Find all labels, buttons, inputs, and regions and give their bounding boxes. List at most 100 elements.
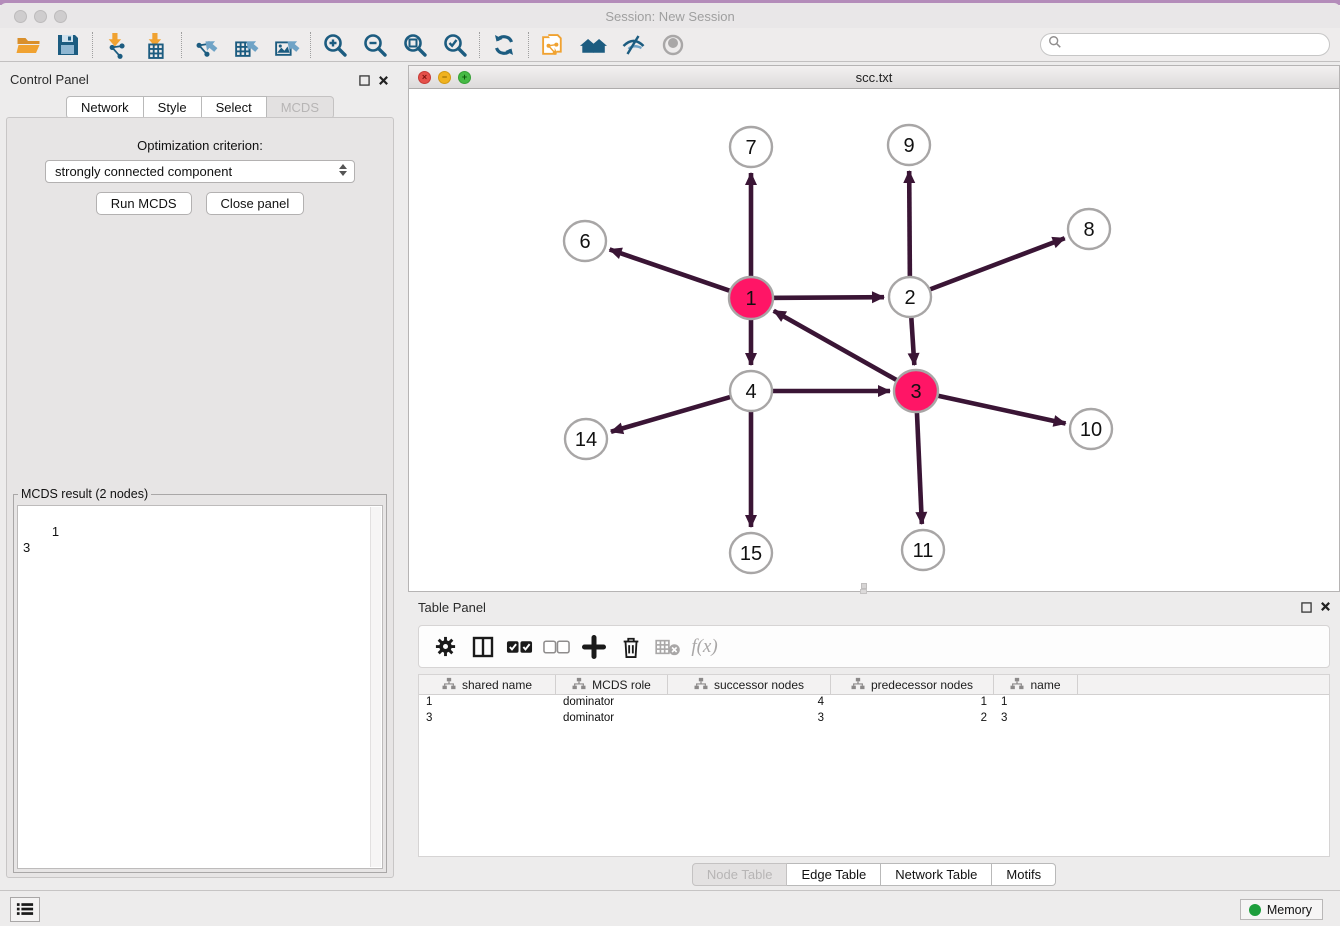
zoom-in-icon[interactable]: [315, 30, 355, 60]
hide-eye-icon[interactable]: [613, 30, 653, 60]
duplicate-network-icon[interactable]: [533, 30, 573, 60]
graph-node-4[interactable]: 4: [730, 371, 772, 411]
export-network-icon[interactable]: [186, 30, 226, 60]
table-cell[interactable]: dominator: [556, 711, 668, 727]
refresh-layout-icon[interactable]: [484, 30, 524, 60]
result-scrollbar[interactable]: [370, 507, 381, 867]
graph-node-9[interactable]: 9: [888, 125, 930, 165]
add-column-icon[interactable]: [575, 630, 612, 664]
search-input[interactable]: [1062, 38, 1329, 52]
graph-node-8[interactable]: 8: [1068, 209, 1110, 249]
graph-node-15[interactable]: 15: [730, 533, 772, 573]
column-settings-gear-icon[interactable]: [427, 630, 464, 664]
table-cell[interactable]: 2: [831, 711, 994, 727]
table-row[interactable]: 1dominator411: [419, 695, 1329, 711]
table-panel-close-icon[interactable]: [1318, 599, 1332, 613]
svg-text:6: 6: [579, 231, 590, 253]
network-canvas-svg[interactable]: 7 9 6 8 1 2 4 3 14 10 15 11: [409, 89, 1339, 591]
column-label: predecessor nodes: [871, 678, 973, 692]
tab-node-table[interactable]: Node Table: [692, 863, 788, 886]
home-view-icon[interactable]: [573, 30, 613, 60]
svg-text:11: 11: [913, 540, 934, 562]
table-row[interactable]: 3dominator323: [419, 711, 1329, 727]
column-type-icon: [694, 677, 708, 693]
toolbar-separator: [310, 32, 311, 58]
svg-text:1: 1: [745, 288, 756, 310]
table-cell[interactable]: dominator: [556, 695, 668, 711]
graph-edge-3-11[interactable]: [916, 399, 921, 524]
zoom-fit-icon[interactable]: [395, 30, 435, 60]
graph-node-1[interactable]: 1: [729, 277, 773, 319]
table-toolbar: f(x): [418, 625, 1330, 668]
tab-select[interactable]: Select: [202, 96, 267, 119]
column-header-MCDS-role[interactable]: MCDS role: [556, 675, 668, 694]
search-box[interactable]: [1040, 33, 1330, 56]
column-header-predecessor-nodes[interactable]: predecessor nodes: [831, 675, 994, 694]
graph-node-10[interactable]: 10: [1070, 409, 1112, 449]
graph-node-11[interactable]: 11: [902, 530, 944, 570]
zoom-selected-icon[interactable]: [435, 30, 475, 60]
graph-edge-1-6[interactable]: [610, 249, 743, 295]
zoom-out-icon[interactable]: [355, 30, 395, 60]
tab-network[interactable]: Network: [66, 96, 144, 119]
select-all-icon[interactable]: [501, 630, 538, 664]
mcds-result-textarea[interactable]: 1 3: [17, 505, 383, 869]
column-header-successor-nodes[interactable]: successor nodes: [668, 675, 831, 694]
open-session-icon[interactable]: [8, 30, 48, 60]
table-panel-resize-grip[interactable]: [860, 589, 867, 594]
delete-column-icon[interactable]: [612, 630, 649, 664]
table-cell[interactable]: 3: [419, 711, 556, 727]
mcds-result-groupbox: MCDS result (2 nodes) 1 3: [13, 494, 387, 873]
run-mcds-button[interactable]: Run MCDS: [96, 192, 192, 215]
graph-edge-2-9[interactable]: [909, 171, 910, 289]
tab-style[interactable]: Style: [144, 96, 202, 119]
table-cell[interactable]: 4: [668, 695, 831, 711]
table-cell[interactable]: 1: [994, 695, 1078, 711]
network-window-titlebar[interactable]: × − + scc.txt: [409, 66, 1339, 89]
svg-text:9: 9: [903, 135, 914, 157]
tab-mcds[interactable]: MCDS: [267, 96, 334, 119]
graph-edge-2-8[interactable]: [918, 238, 1065, 294]
graph-node-3[interactable]: 3: [894, 370, 938, 412]
tab-edge-table[interactable]: Edge Table: [787, 863, 881, 886]
split-panel-icon[interactable]: [464, 630, 501, 664]
column-header-name[interactable]: name: [994, 675, 1078, 694]
table-panel-header: Table Panel: [408, 595, 1340, 625]
graph-node-2[interactable]: 2: [889, 277, 931, 317]
import-network-icon[interactable]: [97, 30, 137, 60]
save-session-icon[interactable]: [48, 30, 88, 60]
column-label: shared name: [462, 678, 532, 692]
control-panel-header: Control Panel: [0, 62, 400, 96]
tab-network-table[interactable]: Network Table: [881, 863, 992, 886]
export-image-icon[interactable]: [266, 30, 306, 60]
table-cell[interactable]: 3: [994, 711, 1078, 727]
node-table: shared name MCDS rolesuccessor nodes prede…: [418, 674, 1330, 857]
column-label: name: [1030, 678, 1060, 692]
graph-edge-1-2[interactable]: [759, 297, 884, 298]
optimization-criterion-select[interactable]: strongly connected component: [45, 160, 355, 183]
control-panel-float-icon[interactable]: [357, 73, 371, 87]
deselect-all-icon[interactable]: [538, 630, 575, 664]
close-panel-button[interactable]: Close panel: [206, 192, 305, 215]
import-table-icon[interactable]: [137, 30, 177, 60]
search-icon: [1048, 35, 1062, 54]
graph-edge-4-14[interactable]: [611, 393, 743, 431]
table-cell[interactable]: 3: [668, 711, 831, 727]
graph-node-14[interactable]: 14: [565, 419, 607, 459]
graph-edge-3-1[interactable]: [774, 311, 909, 387]
control-panel-close-icon[interactable]: [376, 73, 390, 87]
toolbar-items: [8, 28, 693, 62]
graph-node-7[interactable]: 7: [730, 127, 772, 167]
memory-button[interactable]: Memory: [1240, 899, 1323, 920]
column-header-shared-name[interactable]: shared name: [419, 675, 556, 694]
export-table-icon[interactable]: [226, 30, 266, 60]
graph-edge-3-10[interactable]: [924, 393, 1065, 424]
graph-node-6[interactable]: 6: [564, 221, 606, 261]
toolbar-separator: [181, 32, 182, 58]
window-titlebar: Session: New Session: [0, 3, 1340, 28]
table-panel-float-icon[interactable]: [1299, 600, 1313, 614]
tab-motifs[interactable]: Motifs: [992, 863, 1056, 886]
task-history-button[interactable]: [10, 897, 40, 922]
table-cell[interactable]: 1: [419, 695, 556, 711]
table-cell[interactable]: 1: [831, 695, 994, 711]
